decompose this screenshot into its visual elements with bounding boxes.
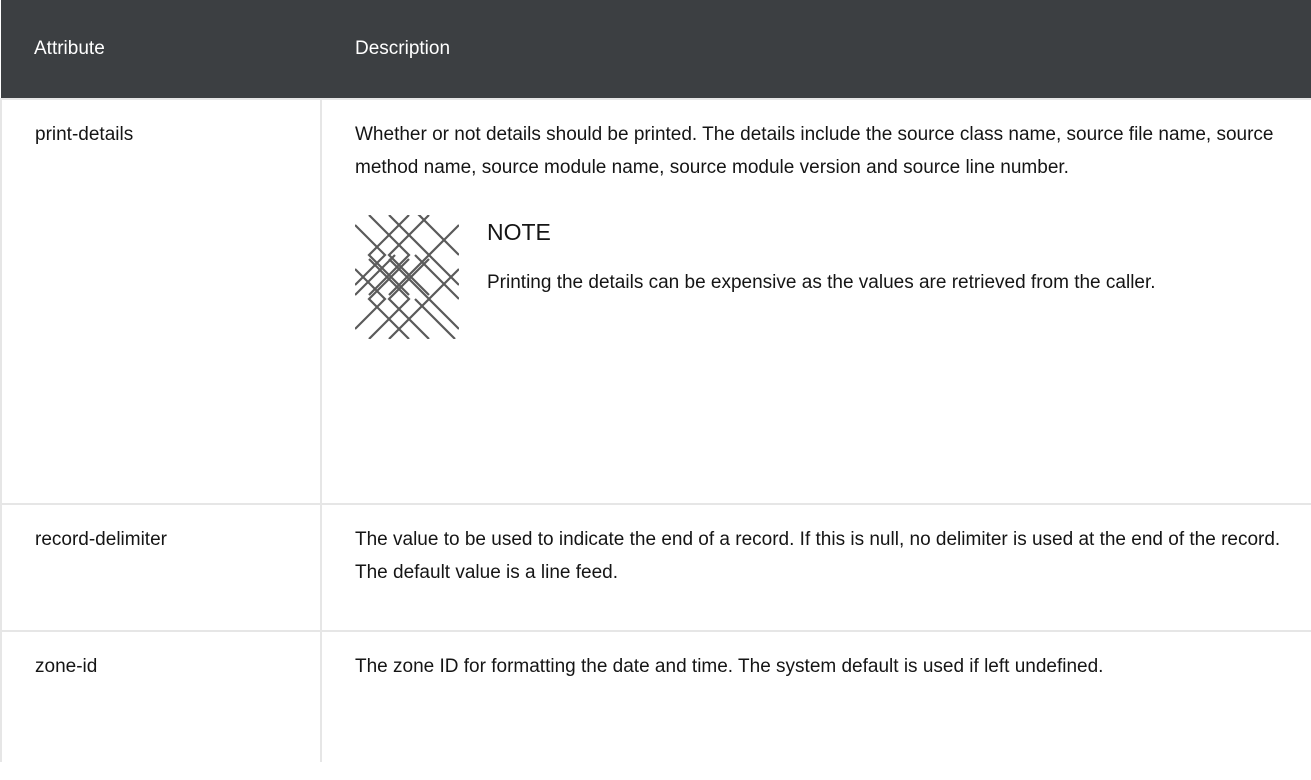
attribute-table: Attribute Description print-details Whet… — [0, 0, 1311, 762]
description-text: Whether or not details should be printed… — [355, 124, 1274, 178]
table-row: print-details Whether or not details sho… — [0, 98, 1311, 505]
table-row: record-delimiter The value to be used to… — [0, 503, 1311, 632]
table-row: zone-id The zone ID for formatting the d… — [0, 630, 1311, 762]
note-admonition: NOTE Printing the details can be expensi… — [355, 213, 1281, 350]
description-cell: The zone ID for formatting the date and … — [320, 630, 1311, 762]
note-body: NOTE Printing the details can be expensi… — [459, 213, 1166, 350]
attribute-cell: print-details — [0, 98, 322, 505]
note-pattern-icon — [355, 215, 459, 350]
attribute-cell: zone-id — [0, 630, 322, 762]
table-header: Attribute Description — [1, 0, 1311, 99]
header-description: Description — [321, 0, 1311, 99]
attribute-cell: record-delimiter — [0, 503, 322, 632]
header-attribute: Attribute — [1, 0, 321, 99]
description-cell: Whether or not details should be printed… — [320, 98, 1311, 505]
description-cell: The value to be used to indicate the end… — [320, 503, 1311, 632]
note-title: NOTE — [487, 219, 551, 245]
table-body: print-details Whether or not details sho… — [0, 98, 1311, 762]
note-text: Printing the details can be expensive as… — [487, 272, 1156, 293]
header-row: Attribute Description — [1, 0, 1311, 99]
